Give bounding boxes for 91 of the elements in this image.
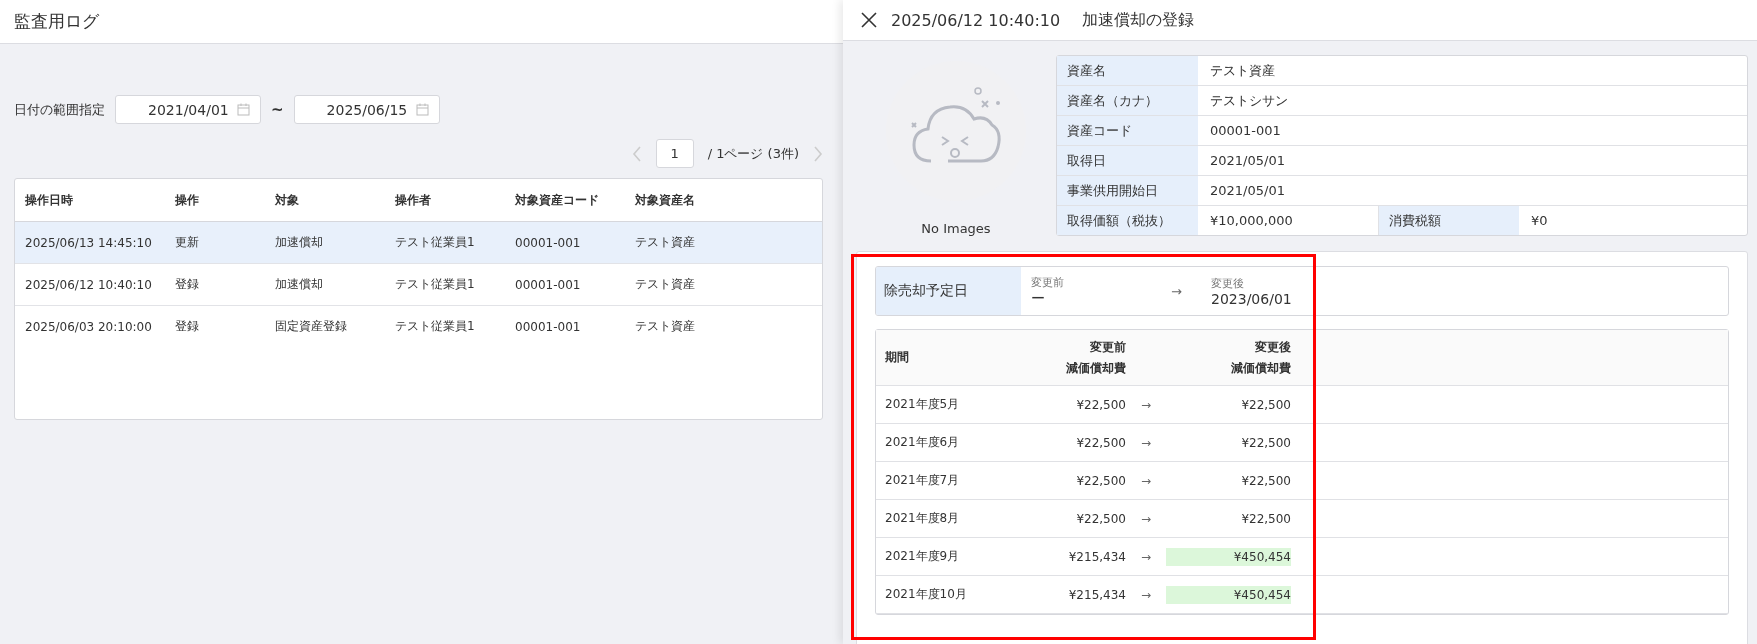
info-value: テストシサン [1209,91,1289,110]
range-separator: ~ [271,100,284,119]
table-cell: テスト資産 [635,318,695,335]
table-cell: ¥450,454 [1166,585,1291,604]
after-label: 変更後 [1211,275,1245,291]
info-label: 事業供用開始日 [1057,176,1198,205]
info-label: 取得日 [1057,146,1198,175]
calendar-icon [415,103,429,116]
table-cell: ¥450,454 [1166,547,1291,566]
end-date-field[interactable]: 2025/06/15 [293,95,440,124]
after-value: 2023/06/01 [1211,290,1293,307]
arrow: → [1140,435,1152,450]
table-cell: テスト資産 [635,234,695,251]
table-cell: テスト資産 [635,276,695,293]
arrow: → [1140,397,1152,412]
table-cell: ¥215,434 [1068,549,1126,564]
arrow: → [1140,549,1152,564]
no-images-label: No Images [921,221,991,236]
page-info: / 1ページ (3件) [707,144,799,163]
page-number-field[interactable]: 1 [655,139,694,168]
table-cell-text: テスト従業員1 [395,318,476,335]
calendar-icon [237,103,250,116]
table-cell: 2021年度5月 [885,397,960,411]
table-cell-text: 00001-001 [515,319,582,334]
info-label: 資産名（カナ） [1057,86,1198,115]
table-cell-text: ¥22,500 [1240,434,1291,452]
table-cell-text: ¥22,500 [1240,396,1291,414]
info-value: 2021/05/01 [1209,152,1286,170]
column-header: 期間 [885,350,909,364]
info-label: 資産名 [1057,56,1198,85]
column-header: 操作者 [395,191,432,209]
table-cell-text: 00001-001 [515,277,582,292]
info-value: ¥0 [1530,212,1549,230]
table-cell-text: 加速償却 [275,234,324,251]
start-date-field[interactable]: 2021/04/01 [115,95,261,124]
table-cell-text: テスト従業員1 [395,276,476,293]
column-header: 対象資産コード [515,191,600,209]
column-header: 対象 [275,191,300,209]
info-label: 資産コード [1057,116,1198,145]
info-value: ¥10,000,000 [1209,212,1294,230]
next-page-icon[interactable] [813,145,823,162]
before-label: 変更前 [1031,274,1065,290]
info-value: 00001-001 [1209,122,1282,140]
table-cell: 2021年度8月 [885,511,960,525]
table-cell-text: 登録 [175,276,200,293]
arrow: → [1140,511,1152,526]
change-label: 除売却予定日 [876,267,1021,315]
table-cell: ¥22,500 [1076,473,1126,488]
column-header: 対象資産名 [635,191,695,209]
column-header: 変更前 [1090,338,1126,356]
info-value: テスト資産 [1209,61,1276,80]
column-header: 変更後 [1255,338,1291,356]
column-header: 操作 [175,191,200,209]
log-row[interactable]: 2025/06/03 20:10:00 登録 固定資産登録 テスト従業員1 00001-001 テスト資産 [15,306,822,347]
column-header: 減価償却費 [1231,359,1291,377]
date-range-label: 日付の範囲指定 [14,100,105,119]
table-cell-text: 更新 [175,234,200,251]
table-cell: 2021年度6月 [885,435,960,449]
table-cell: ¥22,500 [1076,397,1126,412]
table-cell: ¥22,500 [1076,511,1126,526]
log-row[interactable]: 2025/06/12 10:40:10 登録 加速償却 テスト従業員1 00001-001 テスト資産 [15,264,822,306]
table-cell-text: 00001-001 [515,235,582,250]
table-cell-text: 2025/06/13 14:45:10 [25,235,153,250]
table-cell: 2021年度9月 [885,549,960,563]
arrow: → [1140,473,1152,488]
table-cell-text: 2025/06/03 20:10:00 [25,319,153,334]
column-header: 減価償却費 [1066,359,1126,377]
page-title: 監査用ログ [14,10,99,33]
before-value: ー [1031,289,1046,308]
table-cell-text: 固定資産登録 [275,318,348,335]
table-cell-text: ¥22,500 [1240,472,1291,490]
table-cell-text: 加速償却 [275,276,324,293]
table-cell-text: ¥22,500 [1240,510,1291,528]
table-cell: ¥22,500 [1076,435,1126,450]
detail-title-action: 加速償却の登録 [1082,9,1195,31]
detail-title-time: 2025/06/12 10:40:10 [891,10,1061,30]
info-label: 取得価額（税抜） [1057,206,1198,235]
arrow: → [1140,587,1152,602]
table-cell: 2021年度10月 [885,587,967,601]
previous-page-icon[interactable] [631,145,642,162]
arrow: → [1171,282,1183,301]
info-value: 2021/05/01 [1209,182,1286,200]
table-cell-text: テスト従業員1 [395,234,476,251]
close-icon[interactable] [861,12,877,28]
info-label: 消費税額 [1378,206,1519,235]
table-cell-text: 登録 [175,318,200,335]
table-cell: 2021年度7月 [885,473,960,487]
column-header: 操作日時 [25,191,74,209]
table-cell-text: 2025/06/12 10:40:10 [25,277,153,292]
table-cell: ¥215,434 [1068,587,1126,602]
log-row[interactable]: 2025/06/13 14:45:10 更新 加速償却 テスト従業員1 00001-001 テスト資産 [15,222,822,264]
